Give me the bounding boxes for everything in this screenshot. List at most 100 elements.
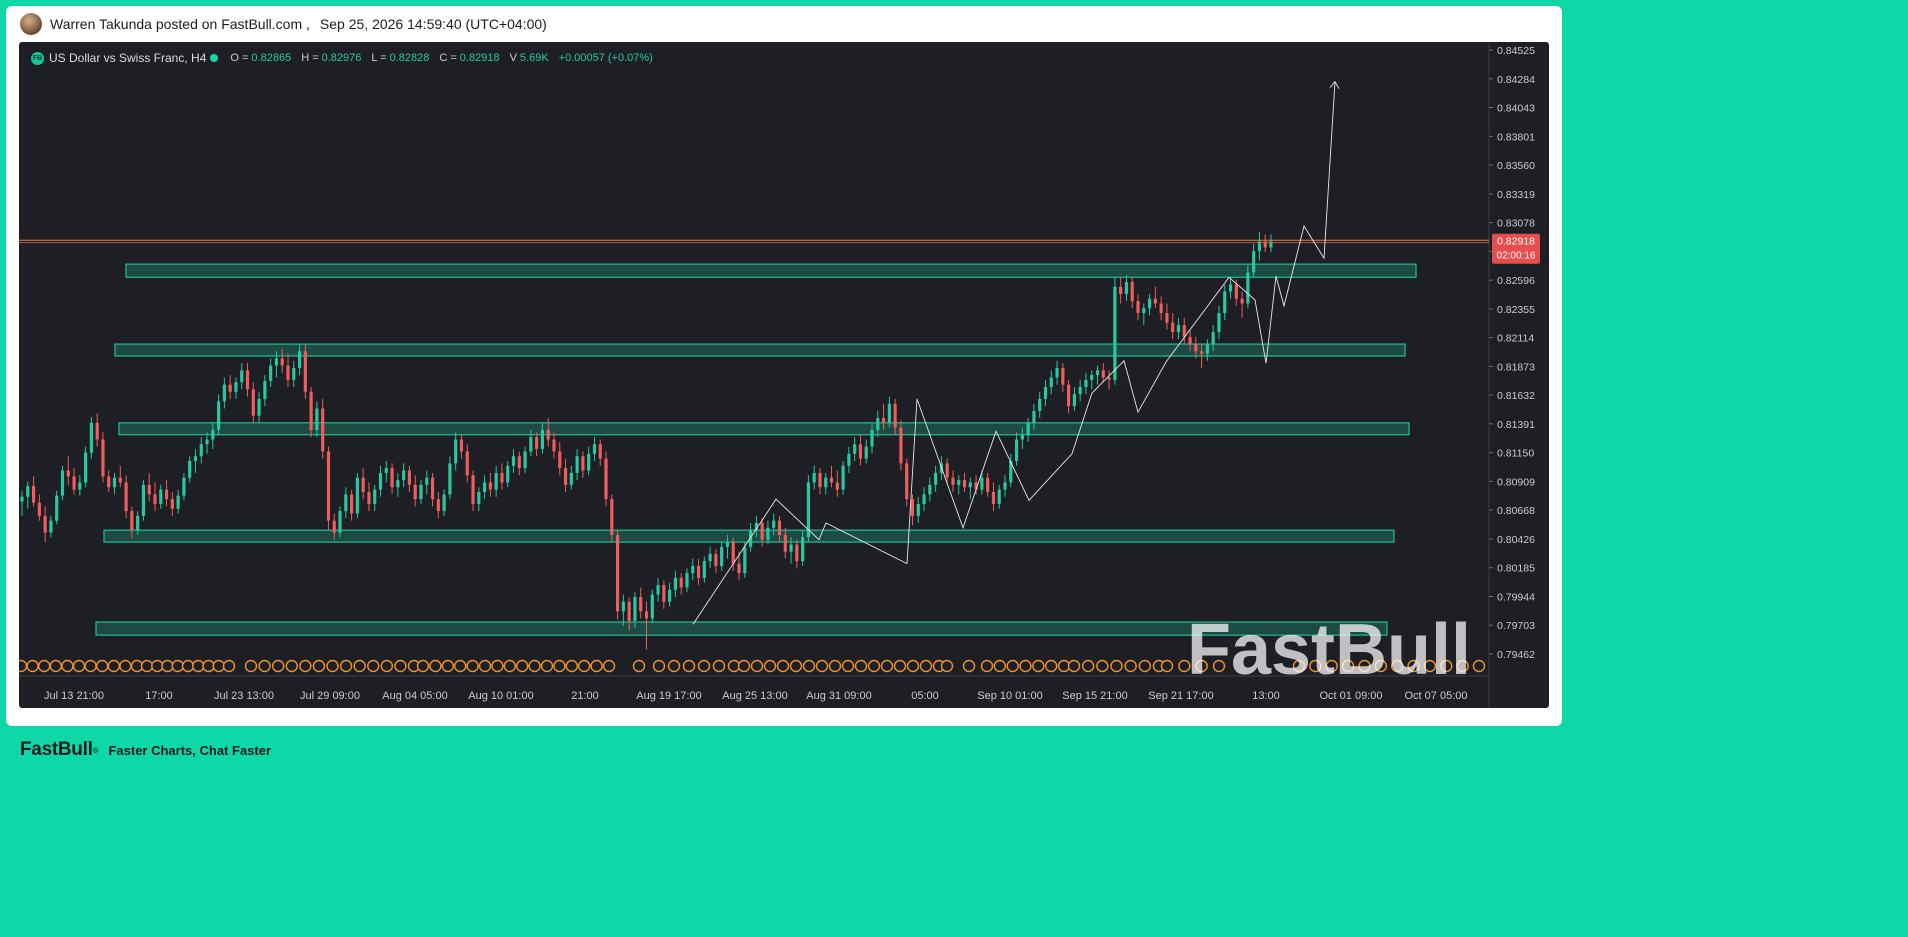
candle[interactable] [159, 489, 163, 504]
economic-event-marker-icon[interactable] [95, 659, 109, 673]
economic-event-marker-icon[interactable] [416, 659, 430, 673]
candle[interactable] [893, 403, 897, 428]
candle[interactable] [217, 401, 221, 430]
candle[interactable] [425, 477, 429, 485]
candle[interactable] [315, 408, 319, 430]
candle[interactable] [644, 611, 649, 619]
economic-event-marker-icon[interactable] [712, 659, 726, 673]
economic-event-marker-icon[interactable] [602, 659, 616, 673]
economic-event-marker-icon[interactable] [1019, 659, 1032, 673]
candle[interactable] [575, 456, 579, 473]
candle[interactable] [228, 384, 232, 392]
candle[interactable] [170, 499, 174, 509]
candle[interactable] [483, 482, 487, 492]
candle[interactable] [685, 573, 689, 588]
economic-event-marker-icon[interactable] [478, 659, 492, 673]
economic-event-marker-icon[interactable] [1096, 659, 1109, 673]
economic-event-marker-icon[interactable] [151, 659, 164, 673]
candle[interactable] [795, 544, 799, 562]
candle[interactable] [731, 542, 735, 564]
candle[interactable] [367, 491, 371, 504]
candle[interactable] [945, 463, 949, 478]
candle[interactable] [720, 546, 724, 566]
economic-event-marker-icon[interactable] [854, 659, 868, 673]
economic-event-marker-icon[interactable] [326, 659, 339, 673]
candle[interactable] [991, 491, 996, 504]
candle[interactable] [396, 480, 400, 488]
economic-event-marker-icon[interactable] [867, 659, 881, 673]
candle[interactable] [1200, 351, 1204, 354]
candle[interactable] [350, 494, 354, 514]
candle[interactable] [1147, 298, 1152, 309]
candle[interactable] [928, 484, 932, 495]
candle[interactable] [407, 470, 412, 485]
candle[interactable] [986, 477, 990, 492]
candle[interactable] [477, 491, 481, 504]
candle[interactable] [511, 456, 516, 466]
candle[interactable] [610, 499, 614, 535]
economic-event-marker-icon[interactable] [61, 659, 74, 673]
candle[interactable] [1153, 298, 1157, 304]
candle[interactable] [899, 427, 903, 464]
economic-event-marker-icon[interactable] [1160, 659, 1174, 673]
candle[interactable] [1228, 284, 1233, 292]
candle[interactable] [633, 596, 637, 621]
economic-event-marker-icon[interactable] [353, 659, 366, 673]
candle[interactable] [650, 594, 654, 619]
economic-event-marker-icon[interactable] [72, 659, 86, 673]
candle[interactable] [1182, 324, 1186, 337]
candle[interactable] [101, 439, 105, 477]
candle[interactable] [338, 511, 342, 533]
candle[interactable] [205, 439, 209, 445]
economic-event-marker-icon[interactable] [171, 659, 184, 673]
candle[interactable] [812, 472, 816, 483]
economic-event-marker-icon[interactable] [919, 659, 933, 673]
economic-event-marker-icon[interactable] [107, 659, 121, 673]
candle[interactable] [176, 495, 180, 509]
candle[interactable] [517, 456, 521, 469]
economic-event-marker-icon[interactable] [652, 659, 666, 673]
candle[interactable] [997, 489, 1001, 504]
economic-event-marker-icon[interactable] [565, 659, 578, 673]
candle[interactable] [20, 496, 24, 502]
candle[interactable] [500, 472, 504, 483]
candle[interactable] [240, 370, 244, 383]
economic-event-marker-icon[interactable] [940, 659, 954, 673]
candle[interactable] [55, 495, 59, 521]
candle[interactable] [286, 365, 290, 380]
candle[interactable] [257, 398, 261, 416]
candle[interactable] [604, 458, 608, 500]
candle[interactable] [1072, 394, 1076, 407]
candle[interactable] [1176, 324, 1181, 333]
candle[interactable] [274, 358, 279, 366]
economic-event-marker-icon[interactable] [841, 659, 855, 673]
candle[interactable] [107, 476, 111, 488]
economic-event-marker-icon[interactable] [271, 659, 285, 673]
candle[interactable] [696, 565, 701, 578]
economic-event-marker-icon[interactable] [312, 659, 326, 673]
candle[interactable] [905, 463, 909, 500]
candle[interactable] [1240, 298, 1244, 304]
economic-event-marker-icon[interactable] [49, 659, 62, 673]
candle[interactable] [592, 444, 597, 454]
candle[interactable] [1124, 282, 1129, 294]
economic-event-marker-icon[interactable] [697, 659, 711, 673]
candle[interactable] [136, 515, 140, 531]
candle[interactable] [910, 499, 915, 516]
candle[interactable] [581, 456, 585, 471]
economic-event-marker-icon[interactable] [192, 659, 205, 673]
candle[interactable] [818, 472, 822, 488]
chart-plot[interactable]: 0.84525 0.84284 0.84043 0.83801 0.83560 0.833… [19, 42, 1549, 708]
horizontal-zone[interactable] [125, 263, 1417, 278]
candle[interactable] [558, 451, 562, 469]
economic-event-marker-icon[interactable] [19, 659, 28, 673]
candle[interactable] [494, 472, 498, 490]
candle[interactable] [1217, 313, 1221, 333]
candle[interactable] [211, 429, 215, 440]
economic-event-marker-icon[interactable] [1032, 659, 1045, 673]
candle[interactable] [112, 477, 117, 488]
candle[interactable] [263, 381, 267, 399]
candle[interactable] [31, 486, 36, 503]
economic-event-marker-icon[interactable] [1110, 659, 1123, 673]
candle[interactable] [222, 384, 226, 402]
